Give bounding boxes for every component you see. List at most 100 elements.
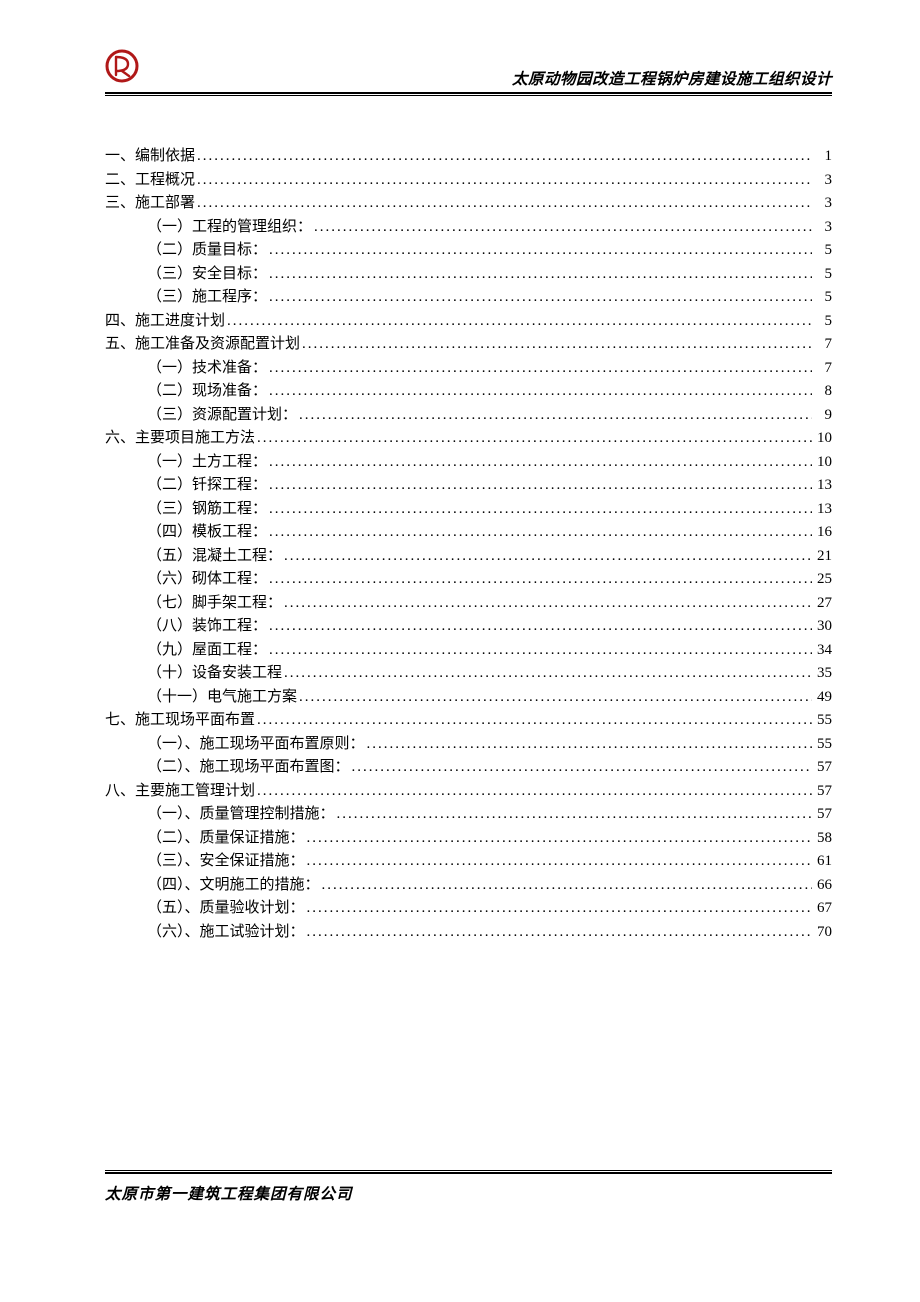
toc-leader-dots (282, 549, 812, 564)
toc-entry-label: （二）、施工现场平面布置图： (147, 760, 350, 775)
toc-entry-label: （三）、安全保证措施： (147, 854, 305, 869)
toc-entry-label: （十）设备安装工程 (147, 666, 282, 681)
toc-entry-label: （一）技术准备： (147, 361, 267, 376)
toc-entry: （七）脚手架工程：27 (105, 596, 832, 611)
toc-leader-dots (350, 760, 812, 775)
toc-entry: 七、施工现场平面布置 55 (105, 713, 832, 728)
toc-entry-page: 7 (812, 361, 832, 376)
toc-entry: （九）屋面工程：34 (105, 643, 832, 658)
toc-leader-dots (267, 290, 812, 305)
toc-entry: （三）钢筋工程：13 (105, 502, 832, 517)
footer-rule-thick (105, 1172, 832, 1174)
table-of-contents: 一、编制依据 1 二、工程概况 3 三、施工部署 3 （一）工程的管理组织：3 （二）质量目标… (105, 149, 832, 940)
toc-entry-label: （三）资源配置计划： (147, 408, 297, 423)
toc-entry: （二）质量目标： 5 (105, 243, 832, 258)
toc-entry: （五）、质量验收计划： 67 (105, 901, 832, 916)
toc-entry-page: 9 (812, 408, 832, 423)
toc-leader-dots (267, 267, 812, 282)
toc-leader-dots (195, 196, 812, 211)
toc-leader-dots (305, 925, 812, 940)
toc-leader-dots (225, 314, 812, 329)
toc-leader-dots (195, 149, 812, 164)
toc-entry-page: 7 (812, 337, 832, 352)
toc-entry-label: （二）质量目标： (147, 243, 267, 258)
toc-entry: （二）、质量保证措施： 58 (105, 831, 832, 846)
toc-entry-label: （三）安全目标： (147, 267, 267, 282)
toc-leader-dots (267, 525, 812, 540)
toc-entry-label: （五）、质量验收计划： (147, 901, 305, 916)
toc-entry-page: 1 (812, 149, 832, 164)
toc-entry-page: 10 (812, 455, 832, 470)
toc-entry-page: 55 (812, 713, 832, 728)
toc-entry-label: （一）工程的管理组织： (147, 220, 312, 235)
toc-leader-dots (267, 478, 812, 493)
toc-leader-dots (297, 408, 812, 423)
toc-entry-label: （一）、质量管理控制措施： (147, 807, 335, 822)
toc-entry-page: 5 (812, 243, 832, 258)
toc-entry-page: 61 (812, 854, 832, 869)
toc-entry: （二）现场准备：8 (105, 384, 832, 399)
toc-entry-label: （二）、质量保证措施： (147, 831, 305, 846)
toc-entry: （一）土方工程：10 (105, 455, 832, 470)
toc-entry: （一）技术准备： 7 (105, 361, 832, 376)
toc-leader-dots (300, 337, 812, 352)
toc-entry: （六）砌体工程：25 (105, 572, 832, 587)
toc-entry-page: 57 (812, 784, 832, 799)
toc-entry-label: 三、施工部署 (105, 196, 195, 211)
toc-entry-page: 67 (812, 901, 832, 916)
toc-entry-page: 21 (812, 549, 832, 564)
toc-entry-page: 3 (812, 173, 832, 188)
toc-entry: （八）装饰工程： 30 (105, 619, 832, 634)
page: 太原动物园改造工程锅炉房建设施工组织设计 一、编制依据1二、工程概况3三、施工部… (0, 0, 920, 1302)
toc-leader-dots (305, 831, 812, 846)
toc-entry-page: 10 (812, 431, 832, 446)
toc-entry-page: 58 (812, 831, 832, 846)
toc-entry: 二、工程概况 3 (105, 173, 832, 188)
toc-entry-page: 57 (812, 760, 832, 775)
toc-entry-page: 55 (812, 737, 832, 752)
toc-entry: （一）、质量管理控制措施： 57 (105, 807, 832, 822)
toc-entry-label: （八）装饰工程： (147, 619, 267, 634)
toc-entry-page: 34 (812, 643, 832, 658)
toc-entry-page: 30 (812, 619, 832, 634)
toc-entry: （四）、文明施工的措施： 66 (105, 878, 832, 893)
toc-entry-label: （七）脚手架工程： (147, 596, 282, 611)
toc-entry-label: 二、工程概况 (105, 173, 195, 188)
toc-leader-dots (267, 361, 812, 376)
toc-entry-page: 5 (812, 290, 832, 305)
toc-entry-page: 5 (812, 267, 832, 282)
toc-entry-label: （三）钢筋工程： (147, 502, 267, 517)
toc-entry-page: 13 (812, 478, 832, 493)
toc-entry-page: 16 (812, 525, 832, 540)
toc-entry: （二）、施工现场平面布置图： 57 (105, 760, 832, 775)
toc-entry-label: （二）钎探工程： (147, 478, 267, 493)
toc-entry-label: 一、编制依据 (105, 149, 195, 164)
toc-entry: （三）安全目标： 5 (105, 267, 832, 282)
toc-leader-dots (267, 384, 812, 399)
toc-entry-label: （二）现场准备： (147, 384, 267, 399)
toc-entry: 四、施工进度计划5 (105, 314, 832, 329)
toc-entry-page: 66 (812, 878, 832, 893)
toc-entry-label: 七、施工现场平面布置 (105, 713, 255, 728)
toc-entry: （十）设备安装工程35 (105, 666, 832, 681)
toc-entry-label: （一）、施工现场平面布置原则： (147, 737, 365, 752)
toc-entry: 八、主要施工管理计划57 (105, 784, 832, 799)
toc-entry-label: （四）、文明施工的措施： (147, 878, 320, 893)
toc-entry: 三、施工部署 3 (105, 196, 832, 211)
page-header: 太原动物园改造工程锅炉房建设施工组织设计 (105, 55, 832, 89)
toc-leader-dots (267, 502, 812, 517)
toc-leader-dots (297, 690, 812, 705)
toc-entry-page: 3 (812, 196, 832, 211)
toc-leader-dots (335, 807, 812, 822)
toc-entry: （一）工程的管理组织：3 (105, 220, 832, 235)
page-footer: 太原市第一建筑工程集团有限公司 (105, 1170, 832, 1204)
toc-entry: （三）、安全保证措施： 61 (105, 854, 832, 869)
footer-rule-thin (105, 1170, 832, 1171)
header-rule-thick (105, 92, 832, 94)
toc-leader-dots (255, 784, 812, 799)
toc-entry: （三）施工程序：5 (105, 290, 832, 305)
toc-entry-page: 57 (812, 807, 832, 822)
toc-leader-dots (320, 878, 812, 893)
toc-leader-dots (282, 666, 812, 681)
toc-entry: （二）钎探工程： 13 (105, 478, 832, 493)
